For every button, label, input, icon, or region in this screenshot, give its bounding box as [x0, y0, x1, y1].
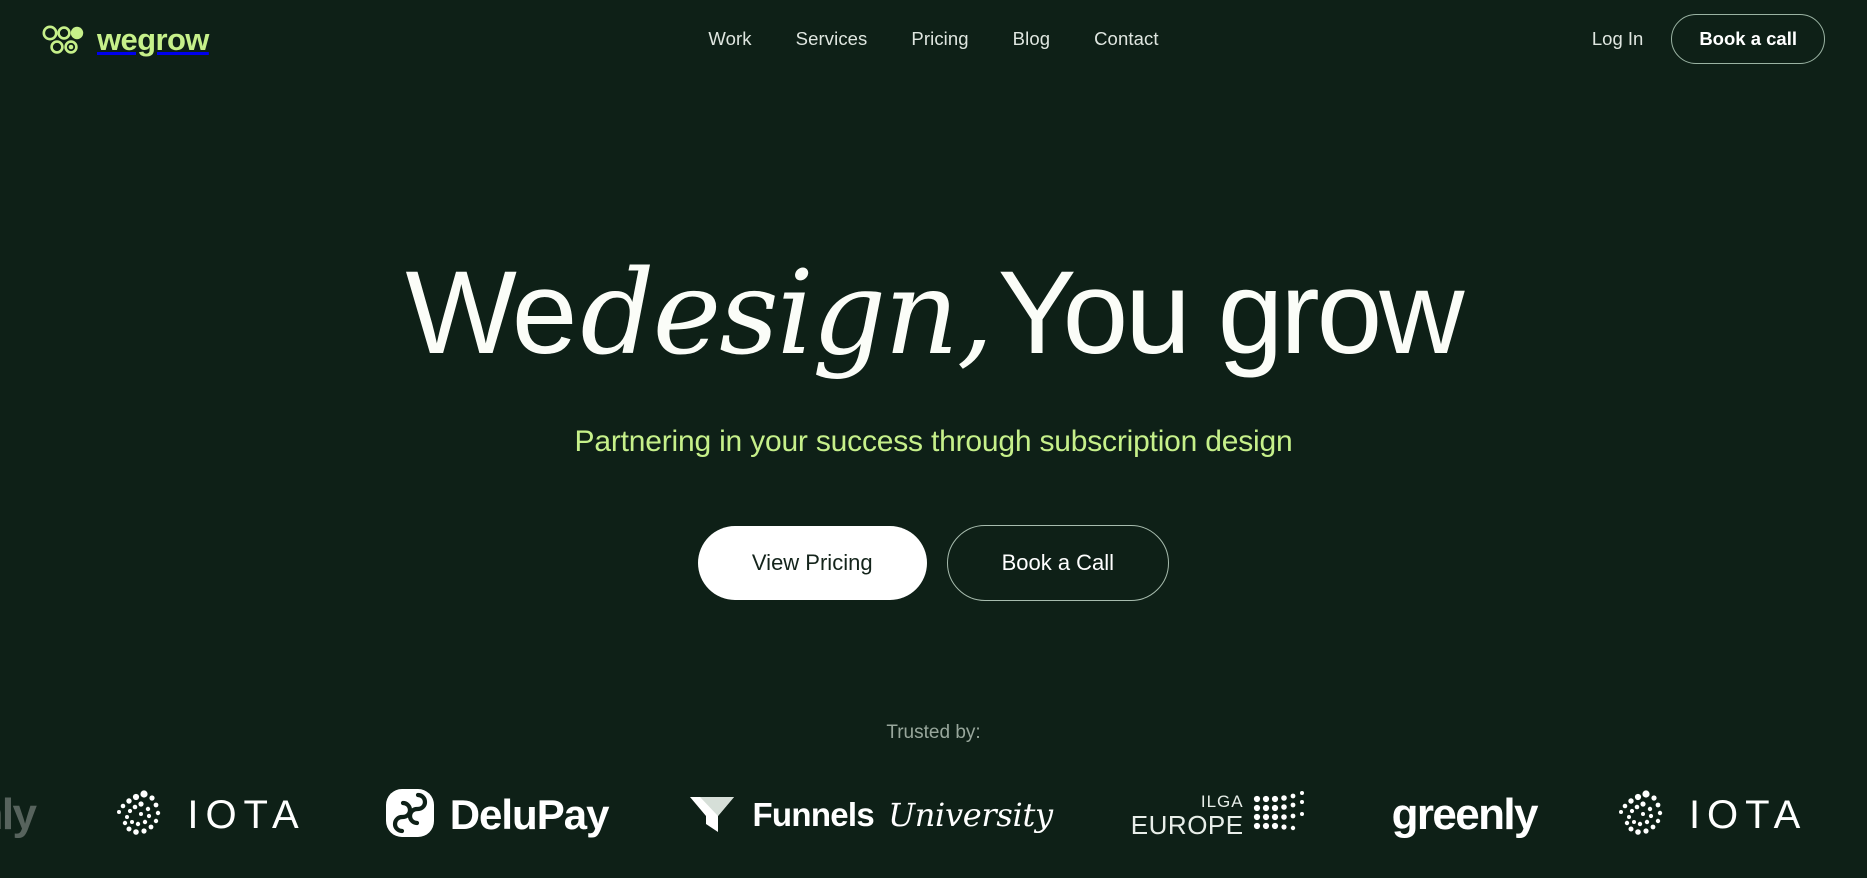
trusted-by-label: Trusted by:: [886, 722, 981, 743]
funnel-mark-icon: [686, 790, 738, 841]
hero-section: Wedesign,You grow Partnering in your suc…: [0, 0, 1867, 878]
client-logo-iota-second: IOTA: [1615, 775, 1807, 855]
client-logo-iota: IOTA: [113, 775, 305, 855]
delupay-mark-icon: [384, 787, 436, 844]
delupay-wordmark: DeluPay: [449, 791, 610, 838]
client-logo-track: greenly: [0, 775, 1867, 855]
ilga-dot-grid-icon: [1252, 789, 1314, 842]
hero-cta-row: View Pricing Book a Call: [0, 525, 1867, 601]
client-logo-greenly: greenly: [1391, 775, 1539, 855]
hero-headline: Wedesign,You grow: [0, 247, 1867, 379]
university-wordmark: University: [888, 796, 1053, 834]
ilga-line-two: EUROPE: [1130, 809, 1244, 840]
headline-part-two: You grow: [997, 247, 1465, 379]
iota-wordmark: IOTA: [1688, 792, 1808, 837]
client-logo-funnels-university: Funnels University: [686, 775, 1053, 855]
book-a-call-button[interactable]: Book a Call: [946, 525, 1170, 601]
iota-dots-icon: [1615, 785, 1671, 846]
greenly-wordmark: greenly: [0, 790, 37, 839]
client-logo-greenly-partial: greenly: [0, 775, 37, 855]
client-logo-delupay: DeluPay: [384, 775, 609, 855]
client-logo-ilga-europe: ILGA EUROPE: [1131, 775, 1314, 855]
iota-wordmark: IOTA: [187, 792, 306, 837]
headline-part-one: We: [405, 247, 578, 379]
greenly-wordmark: greenly: [1391, 790, 1539, 839]
iota-dots-icon: [113, 785, 169, 846]
headline-accent-word: design,: [580, 246, 993, 381]
client-logo-marquee: greenly: [0, 775, 1867, 855]
funnels-wordmark: Funnels: [752, 796, 875, 833]
landing-page: wegrow Work Services Pricing Blog Contac…: [0, 0, 1867, 878]
ilga-line-one: ILGA: [1200, 791, 1244, 811]
hero-subheadline: Partnering in your success through subsc…: [574, 425, 1293, 458]
view-pricing-button[interactable]: View Pricing: [697, 526, 927, 600]
